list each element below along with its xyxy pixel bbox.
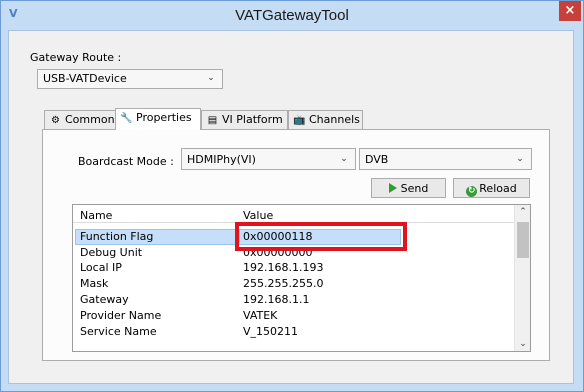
row-name: Gateway	[80, 293, 129, 306]
chevron-down-icon: ⌄	[340, 154, 348, 164]
table-row[interactable]: Provider Name VATEK	[73, 308, 514, 323]
row-value: 0x00000118	[243, 230, 313, 243]
reload-button[interactable]: ↻ Reload	[453, 178, 530, 198]
tab-properties-label: Properties	[136, 111, 192, 124]
gear-icon: ⚙	[51, 115, 60, 126]
close-button[interactable]: ×	[559, 1, 581, 21]
table-row[interactable]: Debug Unit 0x00000000	[73, 245, 514, 260]
gateway-route-value: USB-VATDevice	[43, 72, 127, 85]
gateway-route-select[interactable]: USB-VATDevice ⌄	[37, 69, 223, 89]
tab-vi-platform[interactable]: ▤ VI Platform	[201, 110, 288, 129]
refresh-icon: ↻	[466, 186, 478, 197]
tab-channels[interactable]: 📺 Channels	[288, 110, 363, 129]
broadcast-standard-value: DVB	[365, 153, 389, 166]
send-button[interactable]: Send	[371, 178, 446, 198]
column-header-value[interactable]: Value	[243, 209, 273, 222]
tab-channels-label: Channels	[309, 113, 360, 126]
row-name: Function Flag	[80, 230, 154, 243]
play-icon	[388, 183, 397, 193]
tab-common[interactable]: ⚙ Common	[44, 110, 116, 129]
wrench-icon: 🔧	[120, 113, 133, 124]
row-name: Local IP	[80, 261, 122, 274]
chevron-down-icon: ⌄	[516, 154, 524, 164]
row-name: Provider Name	[80, 309, 162, 322]
row-name: Mask	[80, 277, 109, 290]
chevron-up-icon[interactable]: ⌃	[515, 205, 530, 219]
gateway-route-label: Gateway Route :	[30, 51, 122, 64]
broadcast-standard-select[interactable]: DVB ⌄	[359, 148, 532, 170]
reload-label: Reload	[479, 182, 517, 195]
scrollbar-thumb[interactable]	[517, 222, 529, 258]
properties-grid[interactable]: Name Value Function Flag 0x00000118 Debu…	[72, 204, 531, 352]
title-bar[interactable]: V VATGatewayTool ×	[1, 1, 583, 31]
chevron-down-icon[interactable]: ⌄	[515, 337, 530, 351]
row-value: 0x00000000	[243, 246, 313, 259]
row-value: 192.168.1.1	[243, 293, 310, 306]
tab-vi-platform-label: VI Platform	[222, 113, 283, 126]
vertical-scrollbar[interactable]: ⌃ ⌄	[514, 205, 530, 351]
row-value: 192.168.1.193	[243, 261, 324, 274]
row-name: Debug Unit	[80, 246, 143, 259]
table-row[interactable]: Service Name V_150211	[73, 324, 514, 339]
broadcast-mode-select[interactable]: HDMIPhy(VI) ⌄	[181, 148, 356, 170]
table-row[interactable]: Gateway 192.168.1.1	[73, 292, 514, 307]
chevron-down-icon: ⌄	[207, 73, 215, 83]
tab-properties[interactable]: 🔧 Properties	[115, 108, 201, 130]
tv-icon: 📺	[293, 115, 306, 126]
row-value: VATEK	[243, 309, 278, 322]
grid-header: Name Value	[73, 205, 514, 223]
row-value: 255.255.255.0	[243, 277, 324, 290]
table-row[interactable]: Mask 255.255.255.0	[73, 276, 514, 291]
broadcast-mode-value: HDMIPhy(VI)	[187, 153, 256, 166]
tab-common-label: Common	[65, 113, 115, 126]
grid-icon: ▤	[207, 115, 218, 126]
window-title: VATGatewayTool	[235, 7, 349, 24]
table-row[interactable]: Local IP 192.168.1.193	[73, 260, 514, 275]
column-header-name[interactable]: Name	[80, 209, 112, 222]
row-name: Service Name	[80, 325, 157, 338]
row-value: V_150211	[243, 325, 299, 338]
table-row[interactable]: Function Flag 0x00000118	[73, 229, 514, 245]
broadcast-mode-label: Boardcast Mode :	[78, 155, 174, 168]
send-label: Send	[400, 182, 429, 195]
